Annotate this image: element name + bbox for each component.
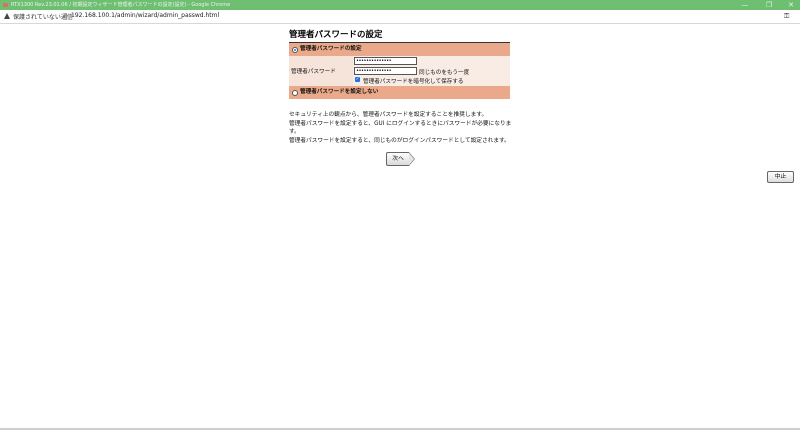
password-field-label: 管理者パスワード [291,69,336,75]
password-inputs-area: •••••••••••••• •••••••••••••• 同じものをもう一度 … [353,56,510,86]
description-line: 管理者パスワードを設定すると、GUI にログインするときにパスワードが必要になり… [289,120,512,127]
maximize-button[interactable]: ❐ [758,0,780,10]
password-form: 管理者パスワード •••••••••••••• •••••••••••••• 同… [289,56,510,86]
option-set-password[interactable]: 管理者パスワードの設定 [289,43,510,56]
confirm-label: 同じものをもう一度 [419,70,470,76]
no-password-label[interactable]: 管理者パスワードを設定しない [300,86,378,99]
set-password-radio[interactable] [292,47,298,53]
url-field[interactable]: 192.168.100.1/admin/wizard/admin_passwd.… [71,12,219,19]
security-status-label[interactable]: 保護されていない通信 [13,12,73,21]
password-settings-panel: 管理者パスワードの設定 管理者パスワード •••••••••••••• ••••… [289,43,510,99]
warning-icon[interactable] [4,13,10,19]
encrypt-checkbox-label[interactable]: 管理者パスワードを暗号化して保存する [363,77,464,85]
description-line: す。 [289,129,300,135]
address-bar[interactable]: 保護されていない通信 192.168.100.1/admin/wizard/ad… [0,10,800,24]
encrypt-checkbox[interactable]: ✓ [355,77,360,82]
window-titlebar: RTX1300 Rev.23.01.06 / 初期設定ウィザード管理者パスワード… [0,0,800,10]
key-icon[interactable]: ⚿ [784,12,789,21]
page-title: 管理者パスワードの設定 [289,28,510,43]
next-button[interactable]: 次へ [386,152,415,166]
description-line: セキュリティ上の観点から、管理者パスワードを設定することを推奨します。 [289,112,488,118]
page-content: 管理者パスワードの設定 管理者パスワードの設定 管理者パスワード •••••••… [0,24,800,430]
option-no-password[interactable]: 管理者パスワードを設定しない [289,86,510,99]
divider [66,13,67,20]
minimize-button[interactable]: — [734,0,756,10]
close-window-button[interactable]: ✕ [780,0,800,10]
password-confirm-input[interactable]: •••••••••••••• [354,67,417,75]
no-password-radio[interactable] [292,90,298,96]
window-title: RTX1300 Rev.23.01.06 / 初期設定ウィザード管理者パスワード… [11,2,231,8]
cancel-button[interactable]: 中止 [767,171,794,183]
site-favicon-icon [3,3,8,7]
description-text: セキュリティ上の観点から、管理者パスワードを設定することを推奨します。 管理者パ… [289,111,514,145]
description-line: 管理者パスワードを設定すると、同じものがログインパスワードとして設定されます。 [289,137,510,144]
password-input[interactable]: •••••••••••••• [354,57,417,65]
set-password-label[interactable]: 管理者パスワードの設定 [300,43,362,56]
